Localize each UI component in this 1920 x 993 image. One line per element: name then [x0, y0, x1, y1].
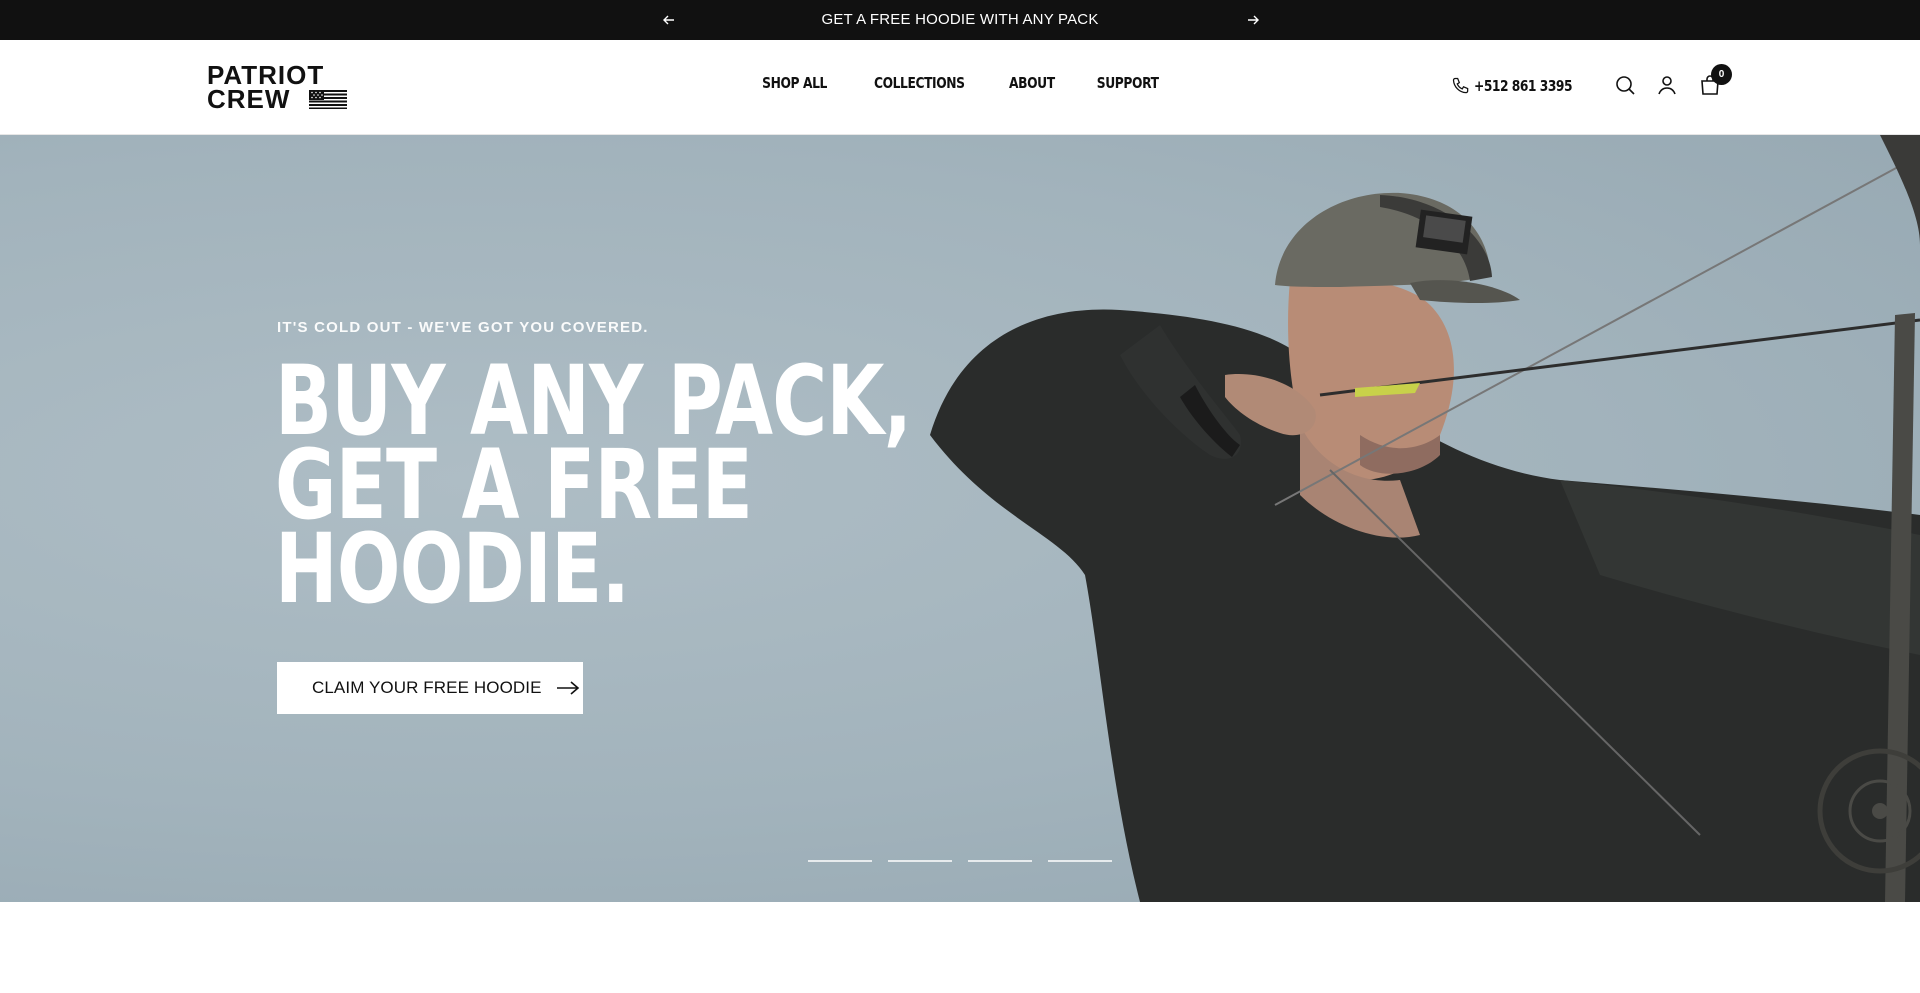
- phone-link[interactable]: +512 861 3395: [1451, 76, 1594, 96]
- cart-count-badge: 0: [1711, 64, 1732, 85]
- hero-title-line-3: HOODIE.: [275, 513, 630, 625]
- phone-number: +512 861 3395: [1474, 77, 1573, 95]
- announcement-next-button[interactable]: [1243, 10, 1263, 30]
- slide-dot[interactable]: [888, 860, 952, 862]
- flag-icon: [309, 90, 347, 109]
- claim-hoodie-label: CLAIM YOUR FREE HOODIE: [312, 678, 542, 697]
- claim-hoodie-button[interactable]: CLAIM YOUR FREE HOODIE: [277, 662, 583, 714]
- hero-banner: IT'S COLD OUT - WE'VE GOT YOU COVERED. B…: [0, 135, 1920, 902]
- arrow-right-icon: [1248, 15, 1259, 25]
- nav-item-support[interactable]: SUPPORT: [1097, 74, 1159, 92]
- search-icon: [1616, 76, 1635, 95]
- nav-item-collections[interactable]: COLLECTIONS: [874, 74, 965, 92]
- hero-eyebrow: IT'S COLD OUT - WE'VE GOT YOU COVERED.: [277, 319, 649, 336]
- site-header: PATRIOT CREW SHOP ALL COLLECTIONS ABOUT …: [0, 40, 1920, 135]
- slide-dot[interactable]: [968, 860, 1032, 862]
- hero-title: BUY ANY PACK, GET A FREE HOODIE.: [275, 353, 912, 625]
- slide-dot[interactable]: [1048, 860, 1112, 862]
- slide-dot[interactable]: [808, 860, 872, 862]
- arrow-right-icon: [556, 680, 580, 696]
- account-button[interactable]: [1655, 73, 1679, 97]
- announcement-bar: GET A FREE HOODIE WITH ANY PACK: [0, 0, 1920, 40]
- search-button[interactable]: [1613, 73, 1637, 97]
- content-area: [0, 902, 1920, 993]
- nav-item-shop-all[interactable]: SHOP ALL: [762, 74, 827, 92]
- account-icon: [1658, 76, 1676, 95]
- nav-item-about[interactable]: ABOUT: [1009, 74, 1055, 92]
- cart-button[interactable]: 0: [1698, 64, 1732, 97]
- announcement-text[interactable]: GET A FREE HOODIE WITH ANY PACK: [0, 0, 1920, 40]
- phone-icon: [1453, 77, 1469, 94]
